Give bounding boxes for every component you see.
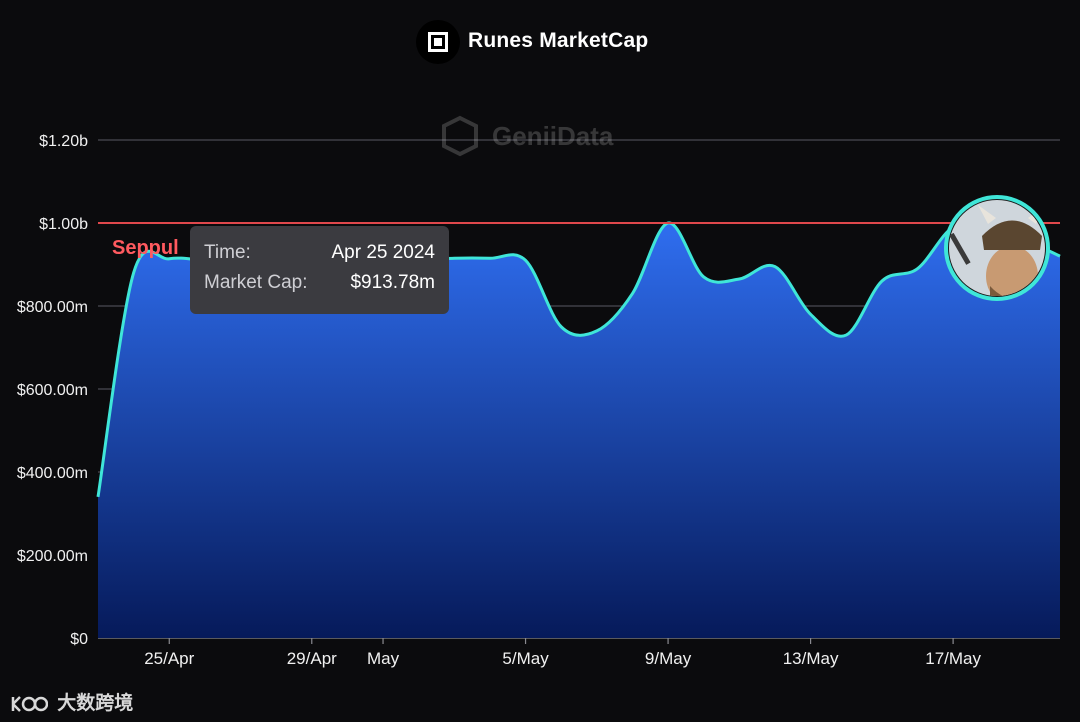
chart-header: Runes MarketCap <box>0 18 1080 66</box>
chart-tooltip: Time: Apr 25 2024 Market Cap: $913.78m <box>190 226 449 314</box>
y-tick-label: $0 <box>70 631 88 648</box>
x-tick-label: 25/Apr <box>144 649 194 668</box>
x-tick-label: 9/May <box>645 649 692 668</box>
market-cap-chart: $0 $200.00m $400.00m $600.00m $800.00m $1.00b… <box>17 115 1061 668</box>
genii-logo-icon <box>442 115 478 157</box>
ref-line-label: Seppul <box>112 237 179 259</box>
x-tick-label: 5/May <box>502 649 549 668</box>
x-tick-label: 13/May <box>783 649 839 668</box>
genii-watermark: GeniiData <box>492 121 614 151</box>
y-tick-label: $800.00m <box>17 299 88 316</box>
footer-brand: 大数跨境 <box>10 688 133 715</box>
y-tick-label: $600.00m <box>17 382 88 399</box>
brand-logo-icon <box>11 696 48 712</box>
y-tick-label: $1.00b <box>39 216 88 233</box>
x-tick-label: 17/May <box>925 649 981 668</box>
page-title: Runes MarketCap <box>468 29 649 52</box>
x-tick-label: 29/Apr <box>287 649 337 668</box>
tooltip-cap-value: $913.78m <box>350 272 435 293</box>
tooltip-time-label: Time: <box>204 242 251 263</box>
footer-brand-text: 大数跨境 <box>57 693 134 714</box>
y-tick-label: $400.00m <box>17 465 88 482</box>
x-tick-label: May <box>367 649 400 668</box>
y-tick-label: $1.20b <box>39 133 88 150</box>
y-tick-label: $200.00m <box>17 548 88 565</box>
tooltip-time-value: Apr 25 2024 <box>331 242 435 263</box>
square-icon <box>416 20 460 64</box>
tooltip-cap-label: Market Cap: <box>204 272 308 293</box>
